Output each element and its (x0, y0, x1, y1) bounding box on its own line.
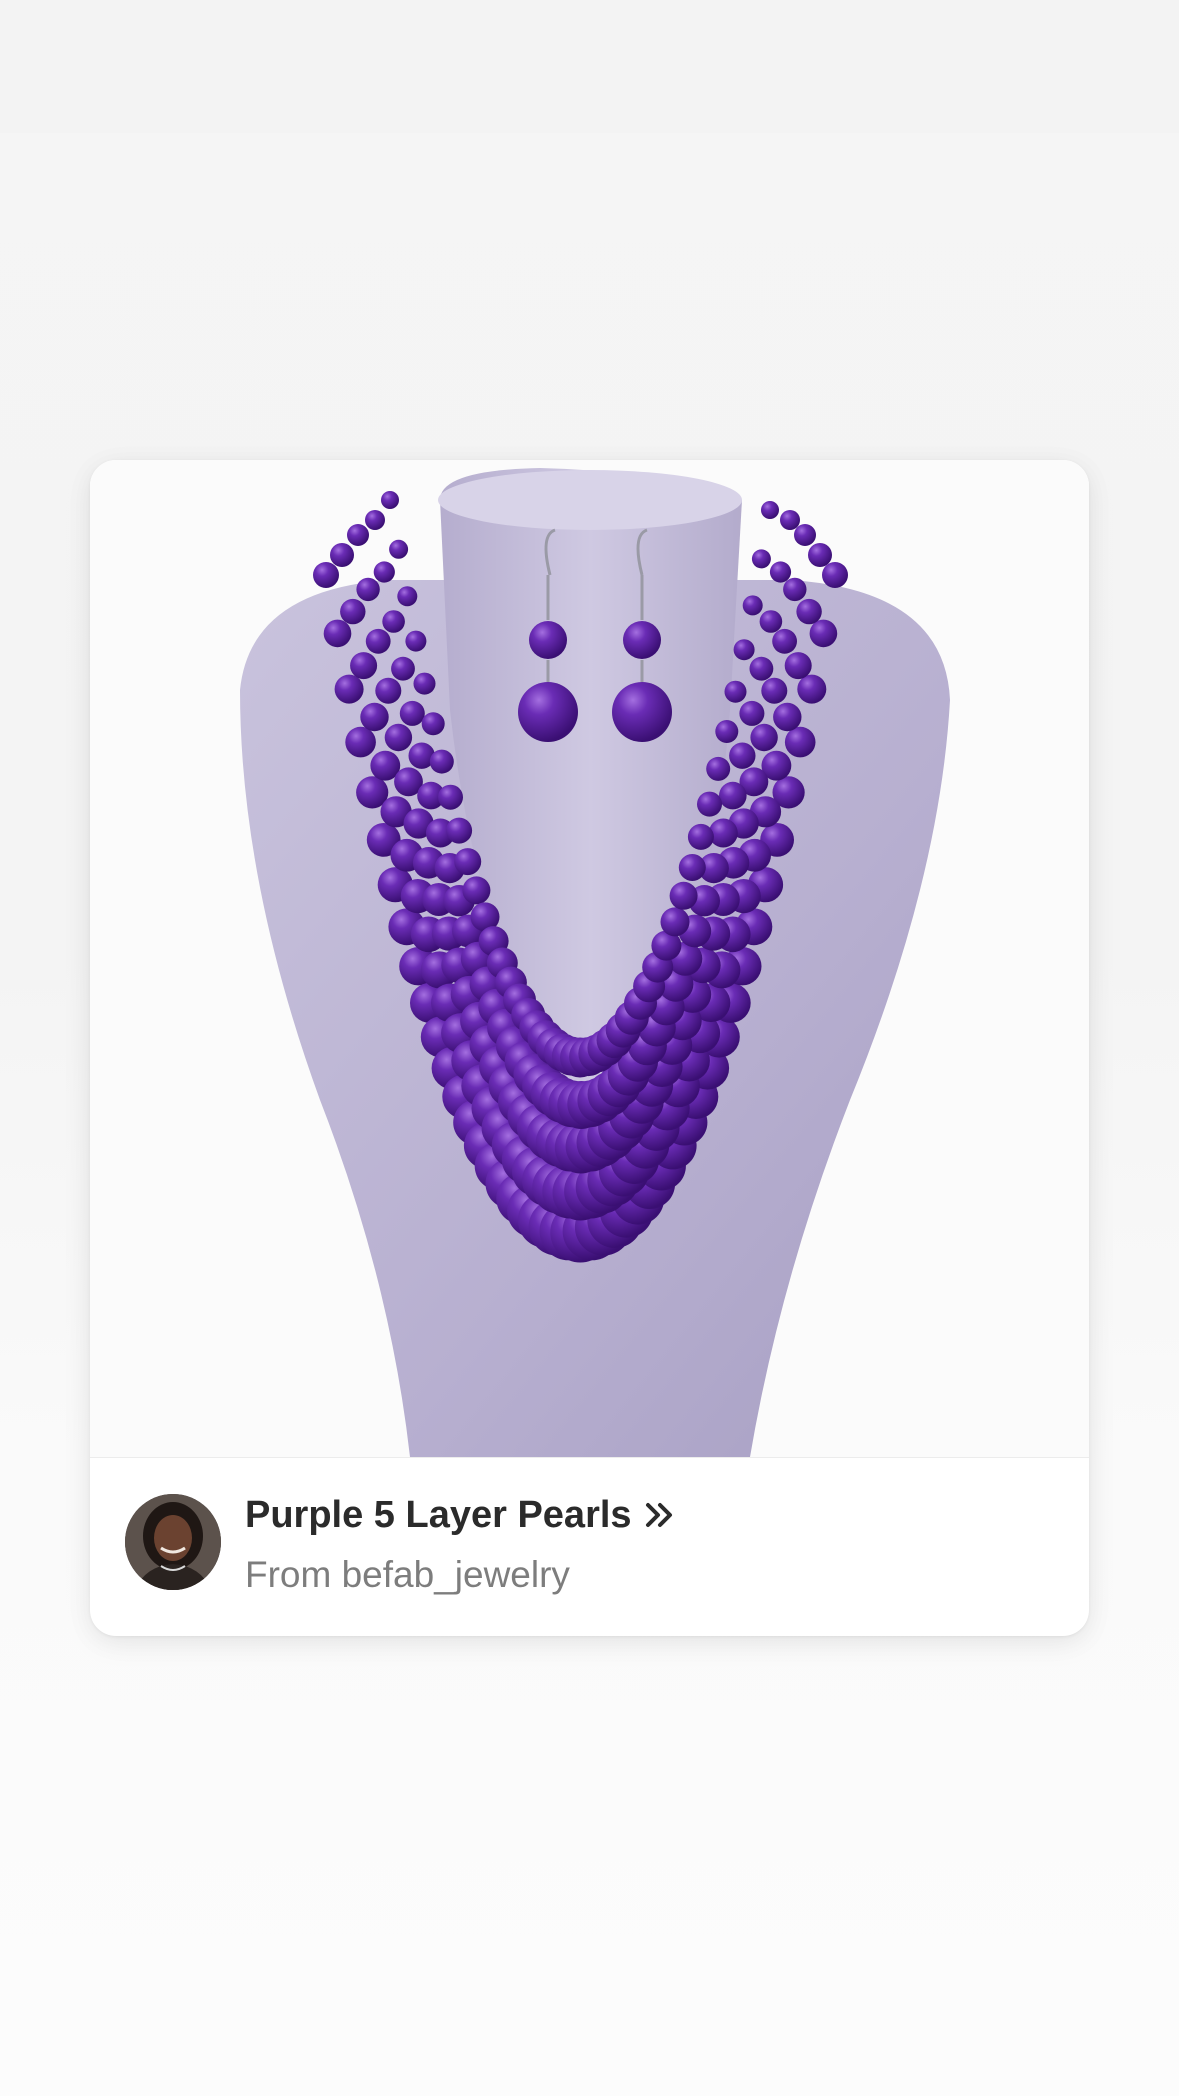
pearl-bead (347, 524, 369, 546)
pearl-bead (373, 561, 395, 583)
pearl-bead (382, 610, 405, 633)
pearl-bead (780, 510, 800, 530)
pearl-bead (454, 848, 482, 876)
pearl-bead (375, 677, 402, 704)
pearl-bead (697, 791, 722, 817)
pearl-bead (724, 680, 747, 703)
pearl-bead (794, 524, 816, 546)
product-image[interactable] (90, 460, 1089, 1457)
pearl-bead (687, 823, 714, 850)
pearl-bead (399, 700, 425, 726)
pearl-bead (729, 742, 756, 769)
pearl-bead (391, 656, 415, 681)
user-avatar[interactable] (125, 1494, 221, 1590)
pearl-bead (405, 630, 427, 652)
pearl-bead (772, 628, 797, 654)
double-chevron-right-icon[interactable] (642, 1497, 678, 1533)
pearl-bead (669, 881, 698, 910)
pearl-bead (421, 712, 445, 736)
product-source: From befab_jewelry (245, 1554, 570, 1595)
pearl-bead (462, 876, 491, 905)
pearl-bead (660, 907, 690, 937)
pearl-bead (381, 491, 399, 509)
pearl-bead (808, 543, 832, 567)
pearl-bead (334, 674, 364, 704)
pearl-bead (365, 510, 385, 530)
pearl-bead (769, 561, 792, 583)
pearl-bead (438, 784, 463, 810)
pearl-bead (751, 549, 771, 569)
pearl-bead (773, 702, 802, 732)
top-band (0, 0, 1179, 133)
pearl-bead (784, 726, 816, 758)
pearl-bead (739, 700, 765, 726)
product-footer[interactable]: Purple 5 Layer Pearls From befab_jewelry (90, 1458, 1089, 1636)
pearl-bead (750, 723, 778, 752)
pearl-bead (397, 586, 418, 607)
product-card[interactable]: Purple 5 Layer Pearls From befab_jewelry (90, 460, 1089, 1636)
pearl-bead (340, 598, 366, 625)
pearl-bead (389, 539, 409, 559)
pearl-bead (761, 677, 788, 704)
pearl-bead (706, 756, 731, 781)
pearl-bead (759, 610, 783, 633)
pearl-bead (446, 817, 473, 844)
necklace-photo (90, 460, 1089, 1457)
pearl-bead (323, 619, 352, 648)
pearl-bead (719, 781, 747, 810)
pearl-bead (356, 577, 380, 602)
pearl-bead (330, 543, 354, 567)
pearl-bead (413, 672, 436, 695)
pearl-bead (360, 702, 389, 732)
title-row[interactable]: Purple 5 Layer Pearls (245, 1490, 678, 1540)
pearl-bead (783, 577, 807, 602)
product-title[interactable]: Purple 5 Layer Pearls (245, 1494, 632, 1537)
pearl-bead (715, 720, 739, 743)
pearl-bead (797, 674, 827, 704)
pearl-bead (384, 723, 413, 752)
pearl-bead (809, 619, 838, 648)
pearl-bead (678, 854, 706, 881)
pearl-bead (749, 656, 774, 681)
pearl-bead (350, 652, 378, 680)
pearl-bead (796, 598, 822, 625)
pearl-bead (365, 628, 391, 654)
pearl-bead (313, 562, 339, 588)
pearl-bead (784, 652, 812, 680)
pearl-bead (822, 562, 848, 588)
pearl-bead (429, 749, 454, 774)
pearl-bead (345, 726, 376, 758)
pearl-bead (742, 595, 763, 616)
pearl-bead (733, 639, 755, 661)
pearl-bead (761, 501, 779, 519)
